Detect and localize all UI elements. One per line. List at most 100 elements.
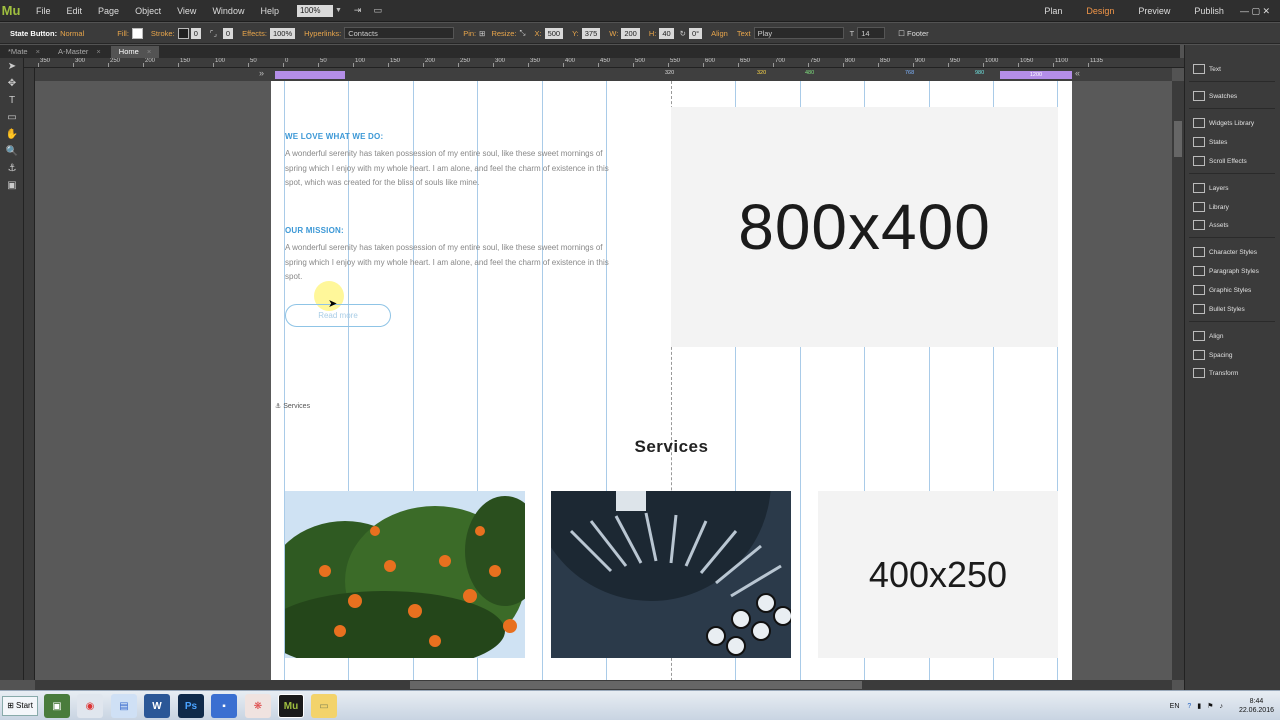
- menu-window[interactable]: Window: [204, 6, 252, 16]
- flag-icon[interactable]: ⚑: [1207, 702, 1213, 710]
- effects-label[interactable]: Effects:: [242, 29, 267, 38]
- menu-view[interactable]: View: [169, 6, 204, 16]
- mode-plan[interactable]: Plan: [1032, 6, 1074, 16]
- notepad-icon[interactable]: ▤: [111, 694, 137, 718]
- corner-radius-input[interactable]: 0: [222, 27, 234, 39]
- explorer-folder-icon[interactable]: ▭: [311, 694, 337, 718]
- selection-tool-icon[interactable]: ➤: [0, 58, 24, 75]
- mode-preview[interactable]: Preview: [1126, 6, 1182, 16]
- rotation-input[interactable]: 0°: [688, 27, 703, 39]
- chevron-down-icon[interactable]: ▼: [335, 7, 342, 14]
- opacity-input[interactable]: 100%: [269, 27, 296, 39]
- menu-page[interactable]: Page: [90, 6, 127, 16]
- menu-edit[interactable]: Edit: [59, 6, 91, 16]
- hyperlink-select[interactable]: Contacts: [344, 27, 455, 39]
- start-button[interactable]: ⊞ Start: [2, 696, 38, 716]
- help-icon[interactable]: ?: [1187, 703, 1191, 710]
- panel-assets[interactable]: Assets: [1185, 216, 1280, 234]
- panel-align[interactable]: Align: [1185, 327, 1280, 345]
- close-icon[interactable]: ×: [36, 47, 40, 56]
- anchor-tool-icon[interactable]: ⚓: [0, 160, 24, 177]
- service-image-typewriter[interactable]: [551, 491, 791, 658]
- panel-graphic-styles[interactable]: Graphic Styles: [1185, 281, 1280, 299]
- zoom-select[interactable]: 100%: [296, 4, 333, 17]
- breakpoint-max[interactable]: 1200: [1000, 71, 1072, 79]
- chrome-icon[interactable]: ◉: [77, 694, 103, 718]
- tab-mate[interactable]: *Mate ×: [0, 46, 48, 58]
- stroke-width-input[interactable]: 0: [190, 27, 201, 39]
- collapse-right-icon[interactable]: «: [1075, 68, 1080, 78]
- view-options-icon[interactable]: ▭: [373, 5, 382, 16]
- crop-tool-icon[interactable]: ✥: [0, 75, 24, 92]
- resize-icon[interactable]: ⤡: [519, 28, 525, 38]
- heading-we-love[interactable]: WE LOVE WHAT WE DO:: [285, 132, 383, 141]
- x-input[interactable]: 500: [544, 27, 564, 39]
- panel-bullet-styles[interactable]: Bullet Styles: [1185, 300, 1280, 318]
- arrange-icon[interactable]: ⇥: [354, 5, 362, 16]
- image-placeholder-400x250[interactable]: 400x250: [818, 491, 1058, 658]
- panel-paragraph-styles[interactable]: Paragraph Styles: [1185, 262, 1280, 280]
- tab-home[interactable]: Home ×: [110, 46, 160, 58]
- fill-swatch[interactable]: [131, 27, 143, 39]
- w-input[interactable]: 200: [621, 27, 640, 39]
- heading-mission[interactable]: OUR MISSION:: [285, 226, 344, 235]
- mode-design[interactable]: Design: [1074, 6, 1126, 16]
- page-home[interactable]: WE LOVE WHAT WE DO: A wonderful serenity…: [271, 81, 1072, 680]
- language-indicator[interactable]: EN: [1170, 703, 1180, 710]
- zoom-tool-icon[interactable]: 🔍: [0, 143, 24, 160]
- clock[interactable]: 8:44 22.06.2016: [1239, 697, 1274, 715]
- state-value[interactable]: Normal: [60, 29, 84, 38]
- close-icon[interactable]: ×: [96, 47, 100, 56]
- tab-a-master[interactable]: A-Master ×: [50, 46, 109, 58]
- service-image-oranges[interactable]: [285, 491, 525, 658]
- hand-tool-icon[interactable]: ✋: [0, 126, 24, 143]
- panel-library[interactable]: Library: [1185, 198, 1280, 216]
- panel-widgets-library[interactable]: Widgets Library: [1185, 114, 1280, 132]
- design-canvas[interactable]: WE LOVE WHAT WE DO: A wonderful serenity…: [35, 81, 1172, 680]
- volume-icon[interactable]: ♪: [1219, 703, 1223, 710]
- footer-checkbox[interactable]: ☐ Footer: [898, 29, 929, 38]
- publish-button[interactable]: Publish: [1182, 6, 1236, 16]
- panel-scroll-effects[interactable]: Scroll Effects: [1185, 152, 1280, 170]
- network-icon[interactable]: ▮: [1197, 702, 1201, 710]
- collapse-left-icon[interactable]: »: [259, 68, 264, 78]
- read-more-button[interactable]: Read more: [285, 304, 391, 327]
- menu-help[interactable]: Help: [252, 6, 287, 16]
- taskbar-app-icon[interactable]: ▣: [44, 694, 70, 718]
- window-controls[interactable]: — ▢ ✕: [1236, 6, 1274, 17]
- close-icon[interactable]: ×: [147, 47, 151, 56]
- breakpoint-320[interactable]: 320: [757, 70, 766, 76]
- breakpoint-768[interactable]: 768: [905, 70, 914, 76]
- panel-text[interactable]: Text: [1185, 60, 1280, 78]
- save-disk-icon[interactable]: ▪: [211, 694, 237, 718]
- vertical-scrollbar[interactable]: [1172, 81, 1184, 680]
- muse-app-icon[interactable]: Mu: [278, 694, 304, 718]
- pin-icon[interactable]: ⊞: [479, 29, 485, 38]
- panel-transform[interactable]: Transform: [1185, 364, 1280, 382]
- breakpoint-980[interactable]: 980: [975, 70, 984, 76]
- panel-swatches[interactable]: Swatches: [1185, 87, 1280, 105]
- rectangle-tool-icon[interactable]: ▭: [0, 109, 24, 126]
- fill-stroke-icon[interactable]: ▣: [0, 177, 24, 194]
- font-size-select[interactable]: 14: [857, 27, 886, 39]
- word-icon[interactable]: W: [144, 694, 170, 718]
- menu-object[interactable]: Object: [127, 6, 169, 16]
- align-label[interactable]: Align: [711, 29, 728, 38]
- stroke-swatch[interactable]: [177, 27, 189, 39]
- h-input[interactable]: 40: [659, 27, 674, 39]
- panel-spacing[interactable]: Spacing: [1185, 346, 1280, 364]
- panel-character-styles[interactable]: Character Styles: [1185, 243, 1280, 261]
- text-label[interactable]: Text: [737, 29, 751, 38]
- horizontal-scroll-thumb[interactable]: [410, 681, 862, 689]
- panel-layers[interactable]: Layers: [1185, 179, 1280, 197]
- anchor-services[interactable]: ⚓ Services: [275, 402, 310, 410]
- y-input[interactable]: 375: [581, 27, 601, 39]
- horizontal-scrollbar[interactable]: [35, 680, 1172, 690]
- breakpoint-min[interactable]: [275, 71, 345, 79]
- text-tool-icon[interactable]: T: [0, 92, 24, 109]
- photoshop-icon[interactable]: Ps: [178, 694, 204, 718]
- services-heading[interactable]: Services: [271, 437, 1072, 457]
- menu-file[interactable]: File: [28, 6, 59, 16]
- image-placeholder-800x400[interactable]: 800x400: [671, 107, 1058, 347]
- font-select[interactable]: Play: [753, 27, 844, 39]
